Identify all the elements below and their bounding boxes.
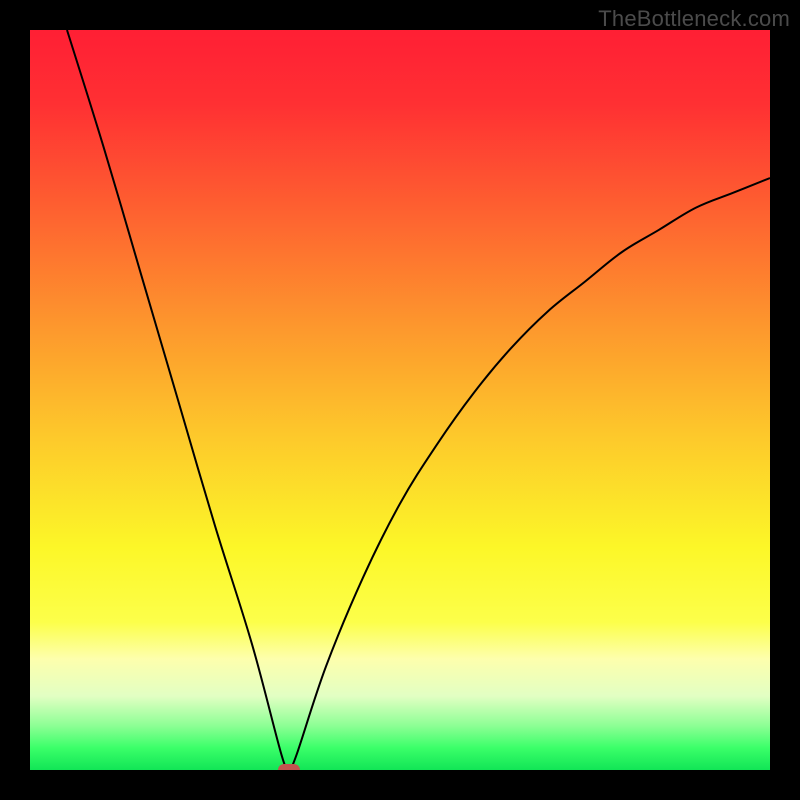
chart-plot-area <box>30 30 770 770</box>
optimal-point-marker <box>278 764 300 770</box>
chart-curve <box>30 30 770 770</box>
watermark-text: TheBottleneck.com <box>598 6 790 32</box>
